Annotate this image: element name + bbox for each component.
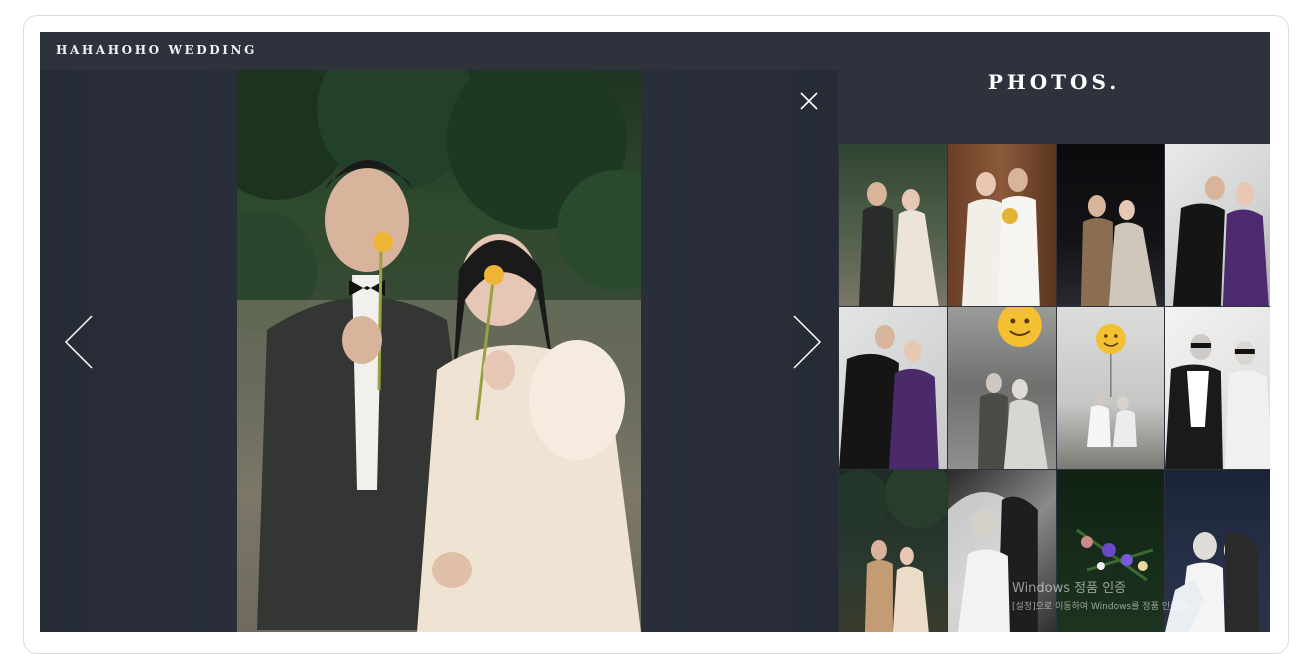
brand-title[interactable]: HAHAHOHO WEDDING — [56, 43, 257, 57]
thumbnail-grid — [839, 144, 1270, 632]
watermark-title: Windows 정품 인증 — [1012, 581, 1127, 596]
thumbnail-photo-7[interactable] — [1056, 307, 1165, 469]
chevron-right-icon — [793, 315, 822, 369]
next-photo-button[interactable] — [784, 312, 824, 372]
thumbnail-photo-9[interactable] — [839, 470, 947, 632]
close-button[interactable] — [798, 90, 820, 112]
windows-activation-watermark: Windows 정품 인증 [설정]으로 이동하여 Windows를 정품 인증… — [1012, 577, 1206, 612]
previous-photo-button[interactable] — [62, 312, 102, 372]
photos-panel-title: PHOTOS. — [987, 70, 1121, 94]
gallery-app: HAHAHOHO WEDDING PHOTOS. Windows 정품 인증 [… — [40, 32, 1270, 632]
thumbnail-photo-2[interactable] — [947, 144, 1056, 306]
thumbnail-photo-4[interactable] — [1165, 144, 1270, 306]
chevron-left-icon — [64, 315, 93, 369]
main-photo — [237, 70, 641, 632]
watermark-subtitle: [설정]으로 이동하여 Windows를 정품 인증합니다. — [1012, 602, 1206, 612]
thumbnail-photo-5[interactable] — [839, 307, 947, 469]
close-icon — [800, 92, 818, 110]
thumbnail-photo-6[interactable] — [947, 307, 1056, 469]
thumbnail-photo-1[interactable] — [839, 144, 947, 306]
thumbnail-photo-8[interactable] — [1165, 307, 1270, 469]
thumbnail-photo-3[interactable] — [1056, 144, 1165, 306]
